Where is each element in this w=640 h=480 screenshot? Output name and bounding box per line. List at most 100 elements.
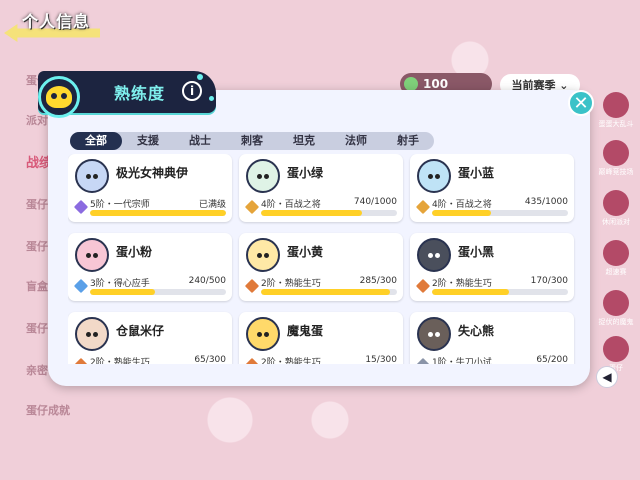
rank-icon — [413, 276, 433, 296]
mode-icon — [603, 290, 629, 316]
progress-fill — [90, 210, 226, 216]
coin-icon — [404, 77, 418, 91]
mode-item[interactable]: 捉伏的魔鬼 — [596, 290, 636, 327]
left-menu-item[interactable]: 亲密 — [26, 362, 48, 378]
hero-avatar — [417, 159, 451, 193]
tab-tank[interactable]: 坦克 — [278, 132, 330, 150]
progress-bar — [90, 210, 226, 216]
rank-text: 2阶・熟能生巧 — [432, 279, 492, 289]
hero-name: 蛋小黑 — [458, 245, 495, 259]
progress-fill — [261, 289, 391, 295]
progress-text: 已满级 — [198, 200, 226, 210]
progress-bar — [432, 289, 568, 295]
rank-icon — [242, 276, 262, 296]
rank-icon — [413, 355, 433, 364]
hero-avatar — [75, 317, 109, 351]
hero-name: 魔鬼蛋 — [287, 324, 324, 338]
hero-card[interactable]: 极光女神典伊 5阶・一代宗师 已满级 — [68, 154, 232, 222]
close-icon[interactable]: ✕ — [568, 90, 594, 116]
hero-name: 失心熊 — [458, 324, 495, 338]
mode-icon — [603, 92, 629, 118]
left-menu-item[interactable]: 蛋仔 — [26, 320, 48, 336]
progress-text: 170/300 — [530, 276, 568, 286]
mode-icon — [603, 190, 629, 216]
progress-bar — [261, 289, 397, 295]
hero-name: 蛋小绿 — [287, 166, 324, 180]
tab-support[interactable]: 支援 — [122, 132, 174, 150]
hero-name: 极光女神典伊 — [116, 166, 189, 180]
decor-dot — [197, 74, 203, 80]
hero-name: 蛋小粉 — [116, 245, 153, 259]
progress-text: 15/300 — [365, 355, 397, 364]
progress-text: 435/1000 — [524, 197, 568, 207]
mode-item[interactable]: 超速赛 — [596, 240, 636, 277]
rank-text: 5阶・一代宗师 — [90, 200, 150, 210]
tab-all[interactable]: 全部 — [70, 132, 122, 150]
coin-amount: 100 — [423, 77, 449, 91]
rank-text: 1阶・牛刀小试 — [432, 358, 492, 364]
tab-marksman[interactable]: 射手 — [382, 132, 434, 150]
left-menu-item[interactable]: 蛋仔 — [26, 238, 48, 254]
hero-card[interactable]: 蛋小粉 3阶・得心应手 240/500 — [68, 233, 232, 301]
mode-icon — [603, 240, 629, 266]
rank-text: 4阶・百战之将 — [261, 200, 321, 210]
progress-text: 285/300 — [359, 276, 397, 286]
hero-avatar — [246, 159, 280, 193]
hero-card[interactable]: 蛋小黑 2阶・熟能生巧 170/300 — [410, 233, 574, 301]
rank-icon — [71, 355, 91, 364]
hero-card[interactable]: 仓鼠米仔 2阶・熟能生巧 65/300 — [68, 312, 232, 364]
hero-card[interactable]: 蛋小绿 4阶・百战之将 740/1000 — [239, 154, 403, 222]
progress-text: 740/1000 — [353, 197, 397, 207]
progress-fill — [90, 289, 156, 295]
progress-bar — [90, 289, 226, 295]
page-title: 个人信息 — [22, 12, 91, 31]
hero-avatar — [246, 238, 280, 272]
rank-icon — [413, 197, 433, 217]
mode-icon — [603, 336, 629, 362]
progress-text: 65/300 — [194, 355, 226, 364]
hero-avatar — [417, 238, 451, 272]
rank-text: 2阶・熟能生巧 — [90, 358, 150, 364]
rank-text: 3阶・得心应手 — [90, 279, 150, 289]
mode-item[interactable]: 巅峰竞技场 — [596, 140, 636, 177]
hero-avatar — [75, 159, 109, 193]
left-menu-item[interactable]: 盲盒 — [26, 278, 48, 294]
rank-icon — [71, 197, 91, 217]
hero-avatar — [75, 238, 109, 272]
progress-text: 65/200 — [536, 355, 568, 364]
rank-icon — [242, 355, 262, 364]
left-menu-item[interactable]: 蛋仔成就 — [26, 402, 70, 418]
progress-fill — [432, 289, 510, 295]
tab-assassin[interactable]: 刺客 — [226, 132, 278, 150]
rank-icon — [71, 276, 91, 296]
hero-name: 蛋小蓝 — [458, 166, 495, 180]
mode-item[interactable]: 蛋蛋大乱斗 — [596, 92, 636, 129]
hero-name: 蛋小黄 — [287, 245, 324, 259]
proficiency-badge-icon — [38, 76, 80, 118]
hero-grid: 极光女神典伊 5阶・一代宗师 已满级 蛋小绿 4阶・百战之将 740/1000 … — [68, 154, 578, 364]
rank-icon — [242, 197, 262, 217]
mode-icon — [603, 140, 629, 166]
progress-fill — [432, 210, 492, 216]
progress-fill — [261, 210, 362, 216]
hero-avatar — [246, 317, 280, 351]
left-menu-item[interactable]: 派对 — [26, 112, 48, 128]
modal-title: 熟练度 — [114, 84, 166, 103]
tab-warrior[interactable]: 战士 — [174, 132, 226, 150]
info-icon[interactable]: i — [182, 81, 202, 101]
rank-text: 2阶・熟能生巧 — [261, 358, 321, 364]
decor-dot — [209, 96, 214, 101]
collapse-arrow-icon[interactable]: ◀ — [596, 366, 618, 388]
progress-text: 240/500 — [188, 276, 226, 286]
hero-card[interactable]: 失心熊 1阶・牛刀小试 65/200 — [410, 312, 574, 364]
rank-text: 4阶・百战之将 — [432, 200, 492, 210]
tab-mage[interactable]: 法师 — [330, 132, 382, 150]
progress-bar — [432, 210, 568, 216]
hero-card[interactable]: 魔鬼蛋 2阶・熟能生巧 15/300 — [239, 312, 403, 364]
role-tabs: 全部 支援 战士 刺客 坦克 法师 射手 — [70, 132, 434, 150]
hero-avatar — [417, 317, 451, 351]
mode-item[interactable]: 休闲派对 — [596, 190, 636, 227]
hero-card[interactable]: 蛋小黄 2阶・熟能生巧 285/300 — [239, 233, 403, 301]
left-menu-item[interactable]: 蛋仔 — [26, 196, 48, 212]
hero-card[interactable]: 蛋小蓝 4阶・百战之将 435/1000 — [410, 154, 574, 222]
